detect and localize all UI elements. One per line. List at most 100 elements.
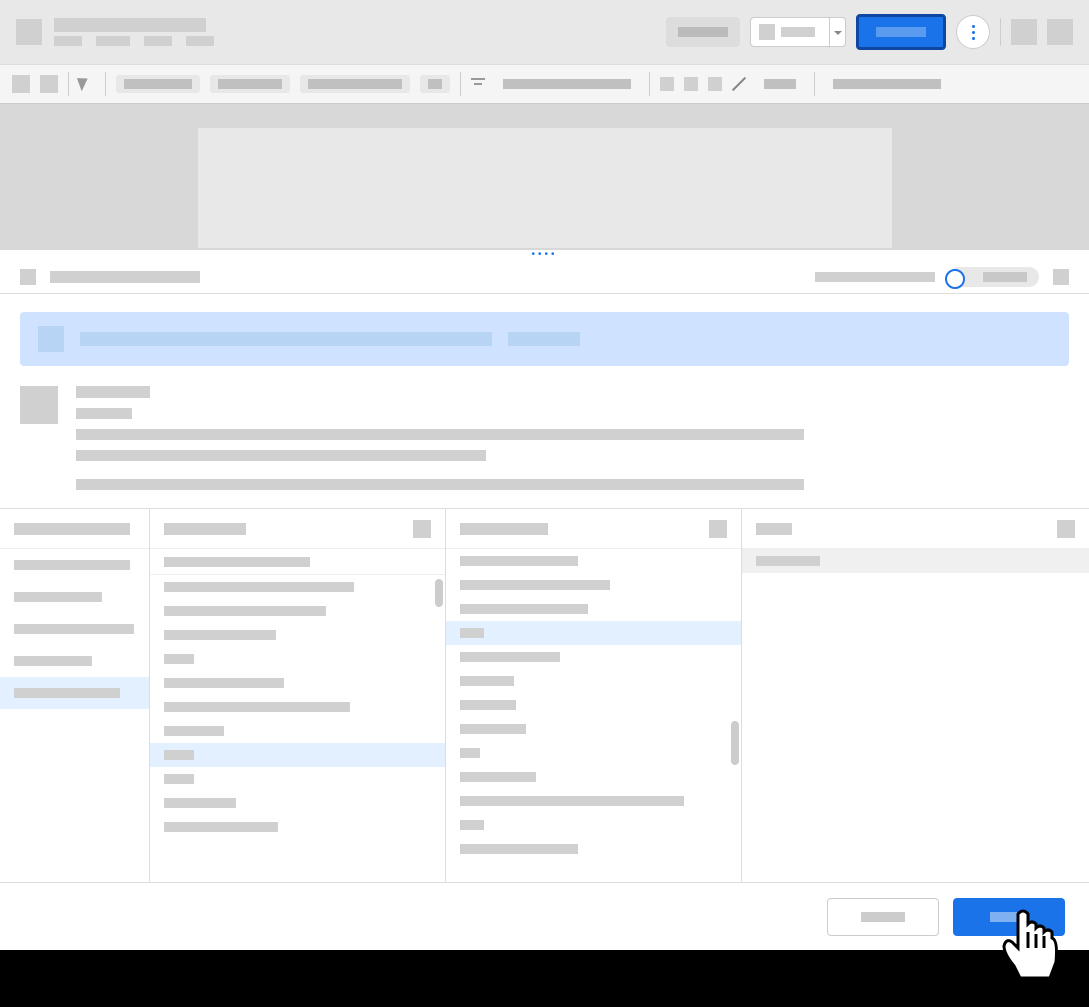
toolbar-group[interactable] bbox=[116, 75, 200, 93]
column-action-icon[interactable] bbox=[1057, 520, 1075, 538]
info-section bbox=[0, 376, 1089, 509]
info-heading bbox=[76, 386, 150, 398]
list-item[interactable] bbox=[446, 717, 741, 741]
list-item[interactable] bbox=[446, 549, 741, 573]
info-description bbox=[76, 429, 804, 440]
toolbar-group[interactable] bbox=[825, 75, 949, 93]
filter-icon[interactable] bbox=[471, 78, 485, 90]
column-4 bbox=[742, 509, 1089, 882]
list-item[interactable] bbox=[150, 791, 445, 815]
toolbar-group[interactable] bbox=[495, 75, 639, 93]
column-header bbox=[150, 509, 445, 549]
canvas-page[interactable] bbox=[198, 128, 892, 248]
list-item[interactable] bbox=[0, 581, 149, 613]
menu-bar bbox=[54, 36, 214, 46]
list-item[interactable] bbox=[150, 671, 445, 695]
column-action-icon[interactable] bbox=[709, 520, 727, 538]
menu-item[interactable] bbox=[186, 36, 214, 46]
column-action-icon[interactable] bbox=[413, 520, 431, 538]
toolbar-button[interactable] bbox=[684, 77, 698, 91]
list-item[interactable] bbox=[446, 765, 741, 789]
info-link[interactable] bbox=[76, 479, 164, 490]
menu-item[interactable] bbox=[54, 36, 82, 46]
apply-button[interactable] bbox=[953, 898, 1065, 936]
header-dropdown-button[interactable] bbox=[750, 17, 846, 47]
panel-icon bbox=[20, 269, 36, 285]
toolbar-group[interactable] bbox=[756, 75, 804, 93]
canvas-area bbox=[0, 104, 1089, 250]
list-item[interactable] bbox=[150, 743, 445, 767]
column-3 bbox=[446, 509, 742, 882]
column-header bbox=[0, 509, 149, 549]
column-header bbox=[446, 509, 741, 549]
list-item[interactable] bbox=[150, 575, 445, 599]
scrollbar[interactable] bbox=[731, 721, 739, 765]
list-item[interactable] bbox=[446, 837, 741, 861]
list-item[interactable] bbox=[446, 621, 741, 645]
list-item[interactable] bbox=[150, 719, 445, 743]
app-header bbox=[0, 0, 1089, 64]
cancel-button[interactable] bbox=[827, 898, 939, 936]
list-item[interactable] bbox=[446, 693, 741, 717]
column-search[interactable] bbox=[150, 549, 445, 575]
toolbar-button[interactable] bbox=[12, 75, 30, 93]
header-primary-button[interactable] bbox=[856, 14, 946, 50]
scrollbar[interactable] bbox=[435, 579, 443, 607]
toolbar-group[interactable] bbox=[300, 75, 410, 93]
header-icon[interactable] bbox=[1011, 19, 1037, 45]
column-browser bbox=[0, 509, 1089, 882]
app-icon[interactable] bbox=[16, 19, 42, 45]
source-icon bbox=[20, 386, 58, 424]
menu-item[interactable] bbox=[96, 36, 130, 46]
panel-subtitle bbox=[815, 272, 935, 282]
list-item[interactable] bbox=[742, 549, 1089, 573]
list-item[interactable] bbox=[150, 623, 445, 647]
panel-header bbox=[0, 260, 1089, 294]
list-item[interactable] bbox=[150, 695, 445, 719]
list-item[interactable] bbox=[150, 815, 445, 839]
column-header bbox=[742, 509, 1089, 549]
document-title[interactable] bbox=[54, 18, 206, 32]
list-item[interactable] bbox=[446, 573, 741, 597]
more-menu-button[interactable] bbox=[956, 15, 990, 49]
dialog-footer bbox=[0, 882, 1089, 950]
list-item[interactable] bbox=[150, 767, 445, 791]
column-2 bbox=[150, 509, 446, 882]
list-item[interactable] bbox=[446, 597, 741, 621]
panel-drag-handle[interactable]: •••• bbox=[0, 250, 1089, 260]
toggle-switch[interactable] bbox=[949, 267, 1039, 287]
info-banner bbox=[20, 312, 1069, 366]
toolbar-button[interactable] bbox=[708, 77, 722, 91]
info-link[interactable] bbox=[194, 479, 312, 490]
chevron-down-icon[interactable] bbox=[829, 18, 845, 48]
toolbar bbox=[0, 64, 1089, 104]
list-item[interactable] bbox=[0, 549, 149, 581]
banner-text bbox=[80, 332, 492, 346]
banner-link[interactable] bbox=[508, 332, 580, 346]
info-description bbox=[76, 450, 486, 461]
info-subheading bbox=[76, 408, 132, 419]
list-item[interactable] bbox=[0, 613, 149, 645]
toolbar-button[interactable] bbox=[40, 75, 58, 93]
list-item[interactable] bbox=[446, 669, 741, 693]
cursor-icon[interactable] bbox=[79, 76, 95, 92]
menu-item[interactable] bbox=[144, 36, 172, 46]
list-item[interactable] bbox=[446, 813, 741, 837]
header-button[interactable] bbox=[666, 17, 740, 47]
toolbar-group[interactable] bbox=[210, 75, 290, 93]
column-1 bbox=[0, 509, 150, 882]
header-dropdown-icon bbox=[759, 24, 775, 40]
line-icon[interactable] bbox=[732, 77, 746, 91]
toolbar-group[interactable] bbox=[420, 75, 450, 93]
list-item[interactable] bbox=[0, 645, 149, 677]
list-item[interactable] bbox=[150, 647, 445, 671]
toolbar-button[interactable] bbox=[660, 77, 674, 91]
list-item[interactable] bbox=[446, 741, 741, 765]
panel-close-icon[interactable] bbox=[1053, 269, 1069, 285]
info-icon bbox=[38, 326, 64, 352]
list-item[interactable] bbox=[150, 599, 445, 623]
list-item[interactable] bbox=[0, 677, 149, 709]
list-item[interactable] bbox=[446, 645, 741, 669]
avatar[interactable] bbox=[1047, 19, 1073, 45]
list-item[interactable] bbox=[446, 789, 741, 813]
